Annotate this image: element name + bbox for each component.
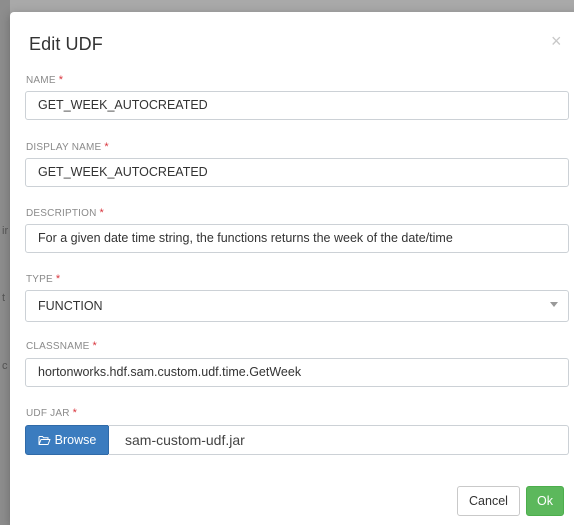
dialog-title: Edit UDF: [29, 34, 103, 54]
name-label: NAME *: [26, 74, 63, 86]
display-name-input[interactable]: GET_WEEK_AUTOCREATED: [25, 158, 569, 187]
description-label: DESCRIPTION *: [26, 207, 104, 219]
type-select[interactable]: FUNCTION: [25, 290, 569, 322]
browse-button[interactable]: Browse: [25, 425, 109, 455]
name-input[interactable]: GET_WEEK_AUTOCREATED: [25, 91, 569, 120]
required-asterisk: *: [92, 340, 97, 352]
cancel-button[interactable]: Cancel: [457, 486, 520, 516]
udf-jar-file-name[interactable]: sam-custom-udf.jar: [108, 425, 569, 455]
type-label: TYPE *: [26, 273, 60, 285]
background-sidebar: [0, 0, 10, 525]
caret-down-icon: [550, 302, 558, 307]
type-selected-value: FUNCTION: [38, 299, 103, 313]
udf-jar-label: UDF JAR *: [26, 407, 77, 419]
classname-label: CLASSNAME *: [26, 340, 97, 352]
description-label-text: DESCRIPTION: [26, 208, 97, 219]
required-asterisk: *: [72, 407, 78, 419]
edit-udf-dialog: Edit UDF × NAME * GET_WEEK_AUTOCREATED D…: [10, 12, 574, 525]
required-asterisk: *: [58, 74, 64, 86]
udf-jar-file-picker: Browse sam-custom-udf.jar: [25, 425, 569, 455]
browse-label: Browse: [54, 433, 97, 447]
background-text-fragment: t: [2, 292, 6, 304]
display-name-label-text: DISPLAY NAME: [26, 142, 102, 153]
description-input[interactable]: For a given date time string, the functi…: [25, 224, 569, 253]
required-asterisk: *: [104, 141, 109, 153]
required-asterisk: *: [99, 207, 105, 219]
name-label-text: NAME: [26, 75, 56, 86]
close-icon[interactable]: ×: [551, 32, 562, 50]
classname-input[interactable]: hortonworks.hdf.sam.custom.udf.time.GetW…: [25, 358, 569, 387]
background-text-fragment: c: [2, 360, 8, 372]
udf-jar-label-text: UDF JAR: [26, 408, 70, 419]
ok-button[interactable]: Ok: [526, 486, 564, 516]
display-name-label: DISPLAY NAME *: [26, 141, 109, 153]
type-label-text: TYPE: [26, 274, 53, 285]
required-asterisk: *: [55, 273, 61, 285]
folder-open-icon: [38, 435, 51, 446]
classname-label-text: CLASSNAME: [26, 341, 90, 352]
background-text-fragment: ir: [2, 225, 9, 237]
